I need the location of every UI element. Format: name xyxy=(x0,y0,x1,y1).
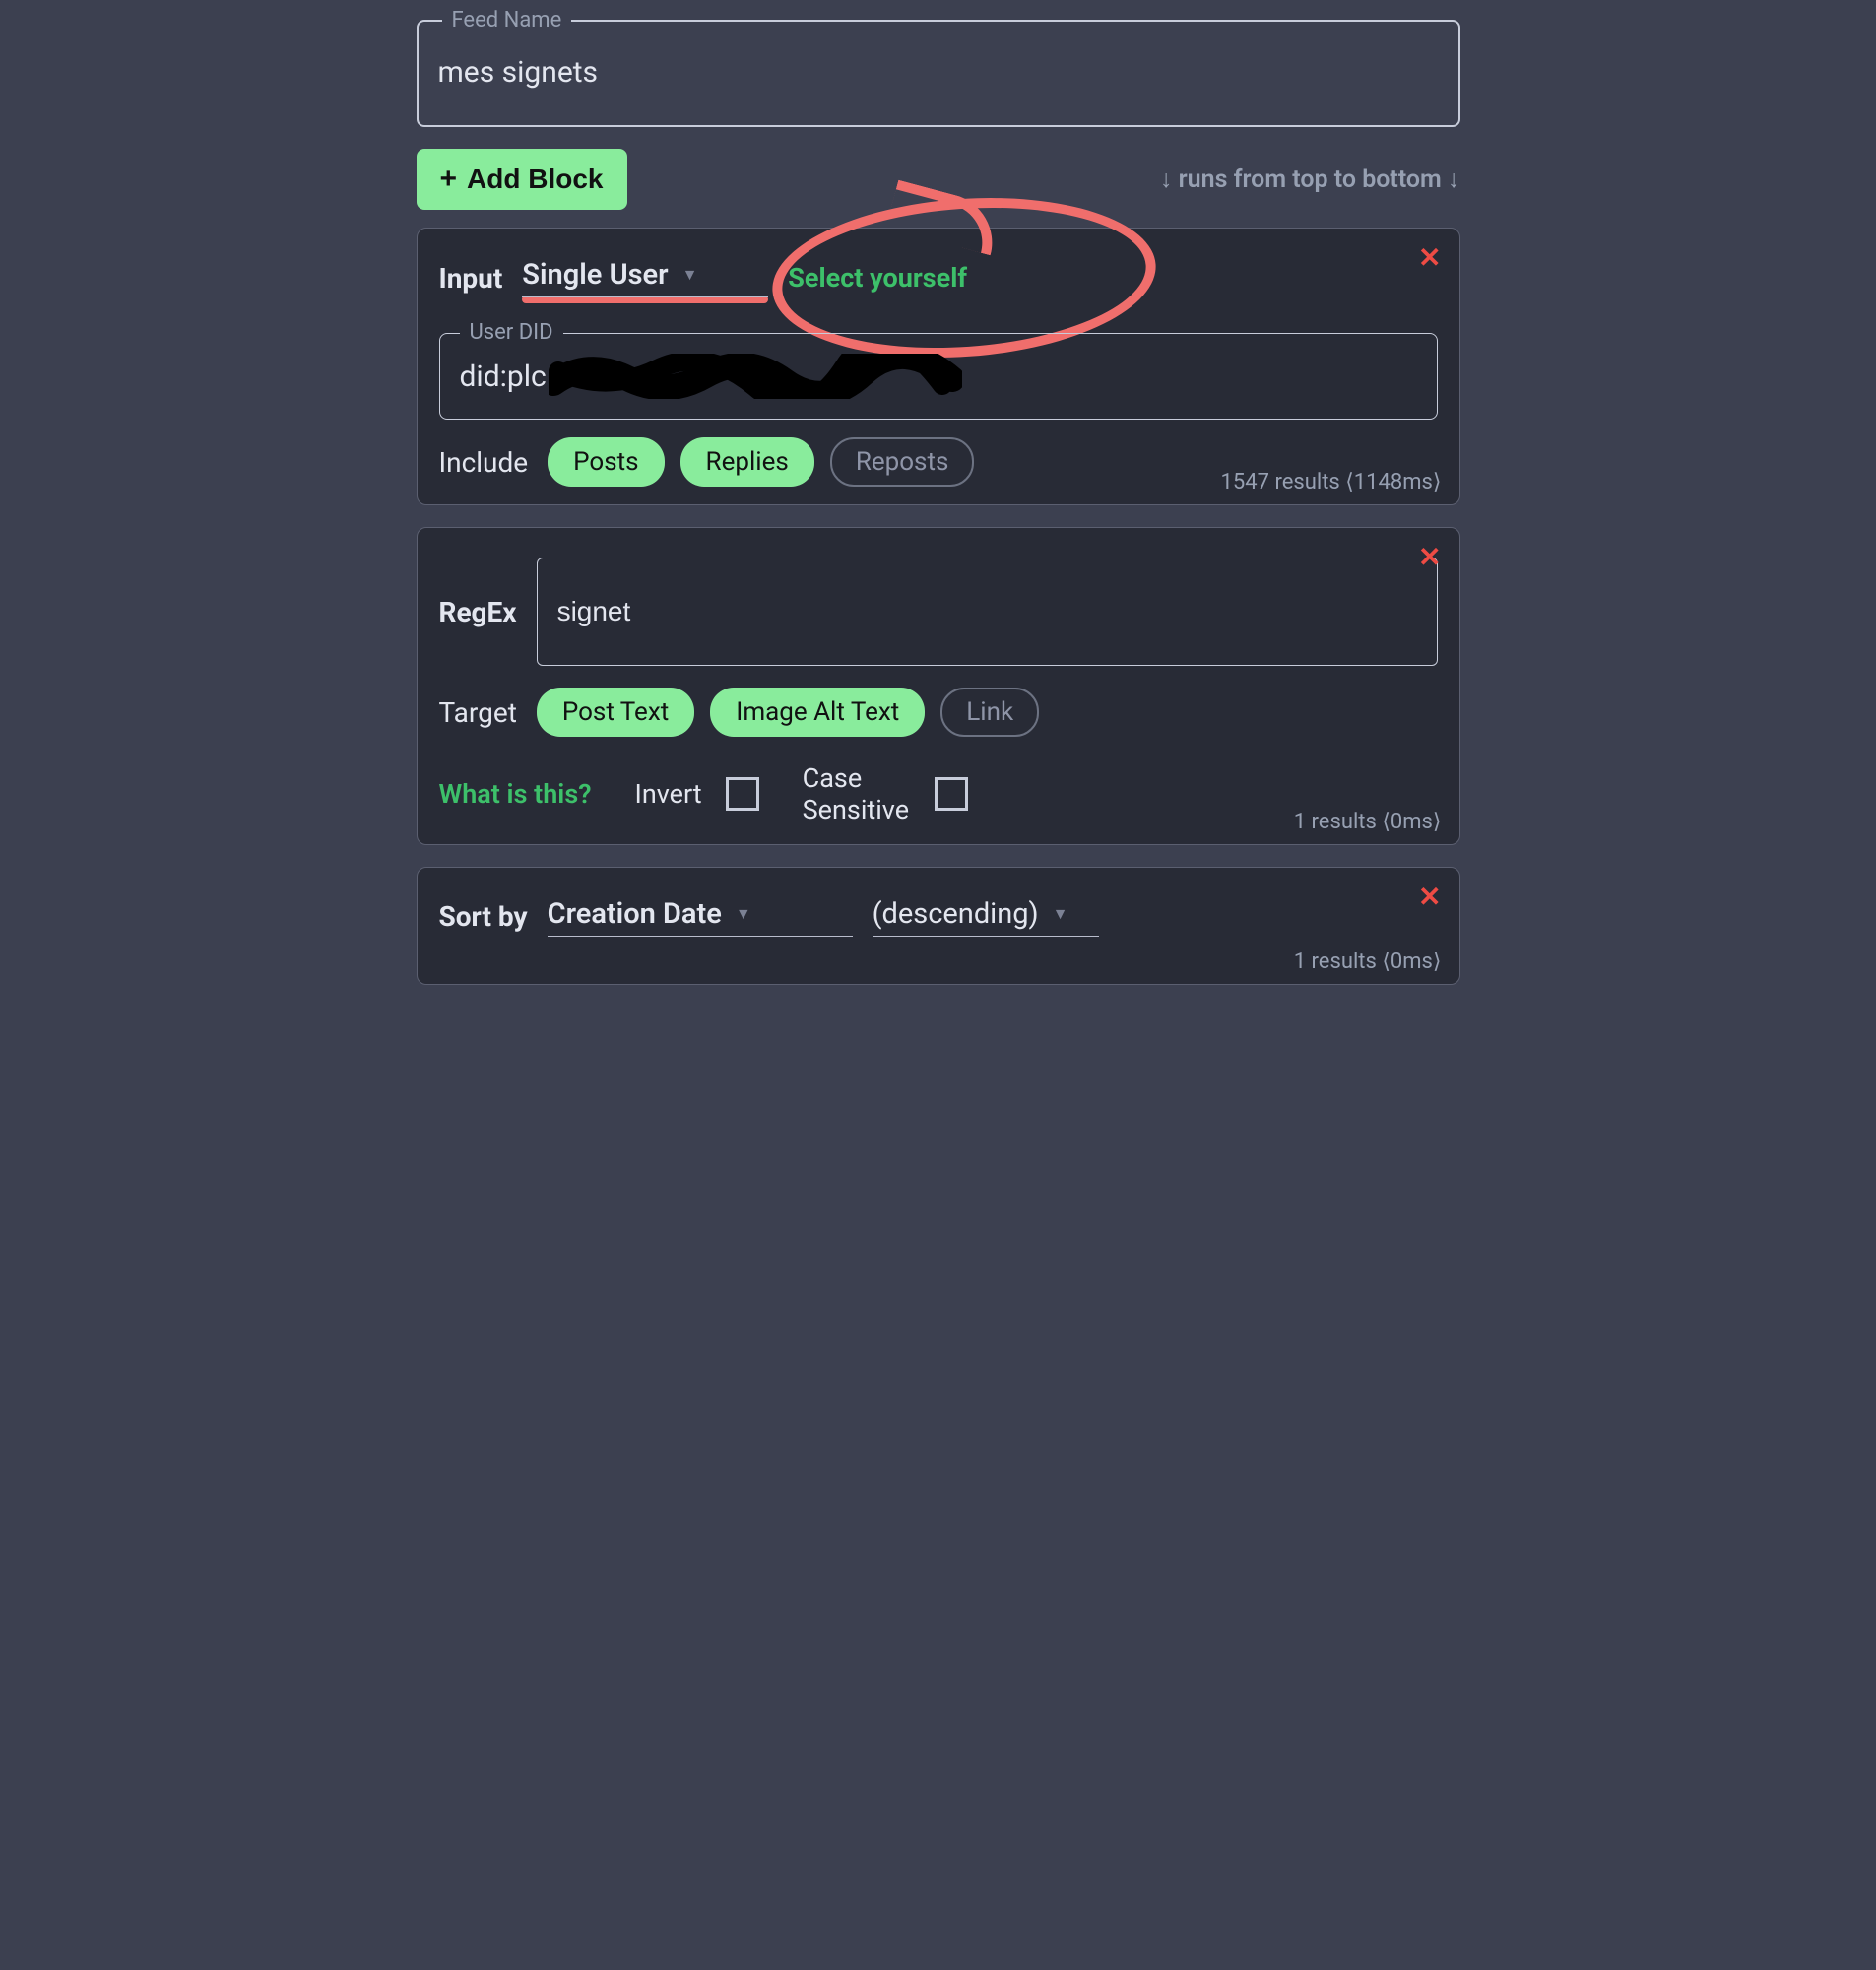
user-did-field[interactable]: User DID did:plc xyxy=(439,333,1438,420)
user-did-value[interactable]: did:plc xyxy=(460,360,547,394)
input-type-value: Single User xyxy=(522,258,668,292)
sort-dir-value: (descending) xyxy=(873,897,1039,931)
invert-checkbox[interactable] xyxy=(726,777,759,811)
sort-label: Sort by xyxy=(439,900,528,933)
include-label: Include xyxy=(439,446,529,479)
chip-replies[interactable]: Replies xyxy=(680,437,814,487)
regex-input[interactable] xyxy=(537,558,1438,666)
chip-alt-text[interactable]: Image Alt Text xyxy=(710,688,925,737)
user-did-legend: User DID xyxy=(460,320,563,345)
add-block-button[interactable]: + Add Block xyxy=(417,149,627,210)
close-icon[interactable]: ✕ xyxy=(1418,884,1441,911)
chevron-down-icon: ▼ xyxy=(736,904,751,924)
plus-icon: + xyxy=(440,163,458,196)
chip-post-text[interactable]: Post Text xyxy=(537,688,694,737)
add-block-label: Add Block xyxy=(467,164,603,195)
regex-results: 1 results ⟨0ms⟩ xyxy=(1294,810,1442,834)
input-type-select[interactable]: Single User ▼ xyxy=(522,258,768,297)
chip-posts[interactable]: Posts xyxy=(548,437,664,487)
input-label: Input xyxy=(439,262,503,295)
block-input: ✕ Input Single User ▼ Select yourself Us… xyxy=(417,228,1460,505)
regex-label: RegEx xyxy=(439,596,517,628)
feed-name-field[interactable]: Feed Name mes signets xyxy=(417,20,1460,127)
sort-key-select[interactable]: Creation Date ▼ xyxy=(548,897,853,937)
case-label: Case Sensitive xyxy=(803,762,911,826)
input-results: 1547 results ⟨1148ms⟩ xyxy=(1221,470,1442,494)
chevron-down-icon: ▼ xyxy=(1053,904,1068,924)
sort-key-value: Creation Date xyxy=(548,897,722,931)
redaction-scribble xyxy=(549,354,962,399)
feed-name-value[interactable]: mes signets xyxy=(438,55,1439,90)
invert-label: Invert xyxy=(635,778,702,810)
case-checkbox[interactable] xyxy=(935,777,968,811)
chip-reposts[interactable]: Reposts xyxy=(830,437,975,487)
what-is-this-link[interactable]: What is this? xyxy=(439,778,592,810)
chip-link[interactable]: Link xyxy=(940,688,1039,737)
feed-name-legend: Feed Name xyxy=(442,8,572,33)
sort-dir-select[interactable]: (descending) ▼ xyxy=(873,897,1099,937)
flow-hint: ↓ runs from top to bottom ↓ xyxy=(1160,165,1460,194)
close-icon[interactable]: ✕ xyxy=(1418,544,1441,571)
chevron-down-icon: ▼ xyxy=(682,265,698,285)
block-regex: ✕ RegEx Target Post Text Image Alt Text … xyxy=(417,527,1460,845)
target-label: Target xyxy=(439,696,517,729)
toolbar: + Add Block ↓ runs from top to bottom ↓ xyxy=(417,149,1460,210)
annotation-underline xyxy=(522,296,768,303)
select-yourself-link[interactable]: Select yourself xyxy=(788,262,967,294)
block-sort: ✕ Sort by Creation Date ▼ (descending) ▼… xyxy=(417,867,1460,985)
sort-results: 1 results ⟨0ms⟩ xyxy=(1294,950,1442,974)
